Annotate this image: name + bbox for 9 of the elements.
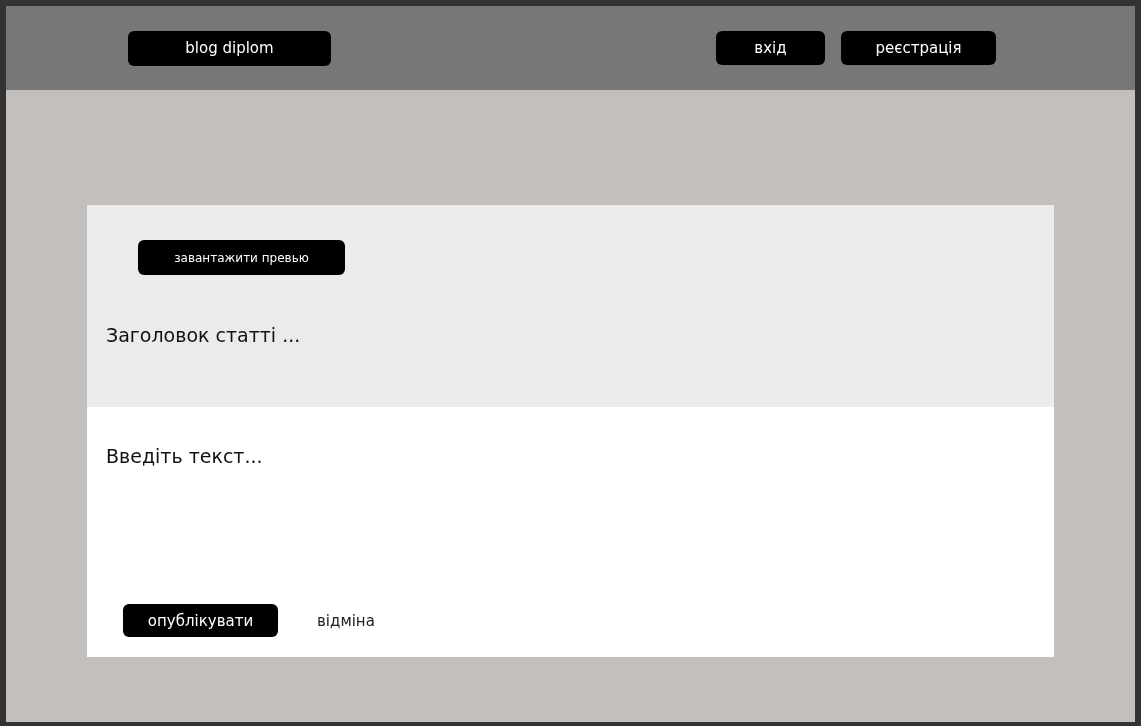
upload-preview-button[interactable]: завантажити превью xyxy=(138,240,345,275)
text-field[interactable]: Введіть текст... xyxy=(106,445,806,555)
register-button[interactable]: реєстрація xyxy=(841,31,996,65)
login-button[interactable]: вхід xyxy=(716,31,825,65)
logo-button[interactable]: blog diplom xyxy=(128,30,331,66)
title-field[interactable]: Заголовок статті ... xyxy=(106,322,706,348)
publish-button[interactable]: опублікувати xyxy=(123,604,278,637)
cancel-link[interactable]: відміна xyxy=(317,611,375,630)
text-editor[interactable]: Введіть текст... опублікувати відміна xyxy=(87,407,1054,657)
